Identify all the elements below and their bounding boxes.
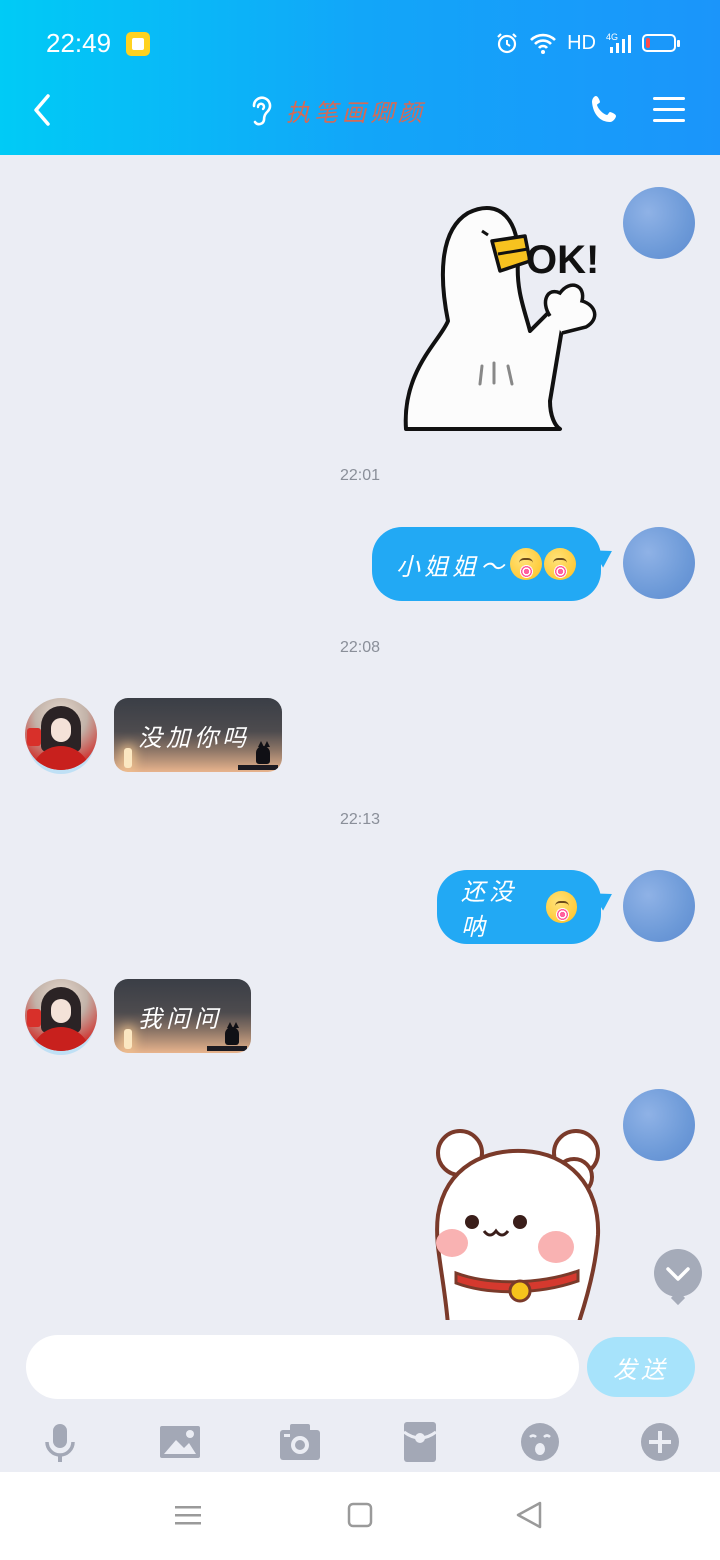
red-packet-icon[interactable] bbox=[396, 1418, 444, 1466]
composer: 发送 bbox=[0, 1320, 720, 1416]
sticker-ok-text: OK! bbox=[526, 238, 599, 282]
back-button[interactable] bbox=[24, 88, 64, 132]
timestamp: 22:13 bbox=[339, 811, 381, 828]
message-list[interactable]: OK! 22:01 小姐姐～ 22:08 没加你吗 22:13 还没呐 我问问 bbox=[0, 155, 720, 1320]
chat-title-area[interactable]: 执笔画卿颜 bbox=[246, 90, 426, 130]
back-triangle-icon[interactable] bbox=[512, 1500, 548, 1532]
alarm-icon bbox=[497, 33, 517, 54]
my-message-bubble[interactable]: 小姐姐～ bbox=[372, 527, 601, 601]
my-avatar[interactable] bbox=[623, 870, 695, 942]
menu-icon[interactable] bbox=[171, 1500, 207, 1532]
image-icon[interactable] bbox=[156, 1418, 204, 1466]
svg-text:4G: 4G bbox=[606, 32, 618, 42]
network-type-label: HD bbox=[567, 31, 596, 54]
plus-icon[interactable] bbox=[636, 1418, 684, 1466]
microphone-icon[interactable] bbox=[36, 1418, 84, 1466]
camera-icon[interactable] bbox=[276, 1418, 324, 1466]
ear-icon bbox=[252, 96, 272, 126]
send-button[interactable]: 发送 bbox=[587, 1337, 695, 1397]
my-avatar[interactable] bbox=[623, 527, 695, 599]
message-text: 还没呐 bbox=[461, 878, 517, 941]
notification-icon bbox=[126, 32, 150, 56]
contact-message-bubble[interactable]: 我问问 bbox=[114, 979, 251, 1053]
battery-level bbox=[646, 38, 650, 48]
message-text: 没加你吗 bbox=[138, 723, 250, 752]
lollipop-emoji-icon bbox=[510, 548, 542, 580]
contact-avatar[interactable] bbox=[25, 698, 97, 770]
message-input[interactable] bbox=[26, 1335, 579, 1399]
home-square-icon[interactable] bbox=[342, 1500, 378, 1532]
phone-call-button[interactable] bbox=[588, 92, 624, 128]
status-indicators: HD 4G bbox=[495, 28, 680, 58]
timestamp: 22:01 bbox=[339, 467, 381, 484]
wifi-icon bbox=[530, 33, 557, 54]
ok-duck-sticker[interactable]: OK! bbox=[400, 201, 610, 431]
timestamp: 22:08 bbox=[339, 639, 381, 656]
message-text: 小姐姐～ bbox=[396, 552, 508, 581]
status-bar: 22:49 HD 4G bbox=[0, 0, 720, 88]
contact-avatar[interactable] bbox=[25, 979, 97, 1051]
chat-title: 执笔画卿颜 bbox=[286, 98, 426, 127]
my-message-bubble[interactable]: 还没呐 bbox=[437, 870, 601, 944]
my-avatar[interactable] bbox=[623, 187, 695, 259]
chat-header: 22:49 HD 4G 执笔画卿颜 bbox=[0, 0, 720, 155]
system-navigation-bar bbox=[0, 1472, 720, 1560]
battery-icon bbox=[642, 34, 680, 52]
cellular-signal-icon: 4G bbox=[606, 32, 631, 53]
contact-message-bubble[interactable]: 没加你吗 bbox=[114, 698, 282, 772]
scroll-to-bottom-button[interactable] bbox=[654, 1249, 702, 1297]
status-time: 22:49 bbox=[46, 28, 112, 58]
lollipop-emoji-icon bbox=[544, 548, 576, 580]
my-avatar[interactable] bbox=[623, 1089, 695, 1161]
emoji-icon[interactable] bbox=[516, 1418, 564, 1466]
lollipop-emoji-icon bbox=[545, 891, 577, 923]
white-bear-sticker[interactable] bbox=[428, 1125, 604, 1320]
chevron-down-icon bbox=[666, 1267, 690, 1281]
chat-menu-button[interactable] bbox=[652, 94, 686, 126]
message-text: 我问问 bbox=[138, 1004, 222, 1033]
composer-toolbar bbox=[0, 1412, 720, 1472]
